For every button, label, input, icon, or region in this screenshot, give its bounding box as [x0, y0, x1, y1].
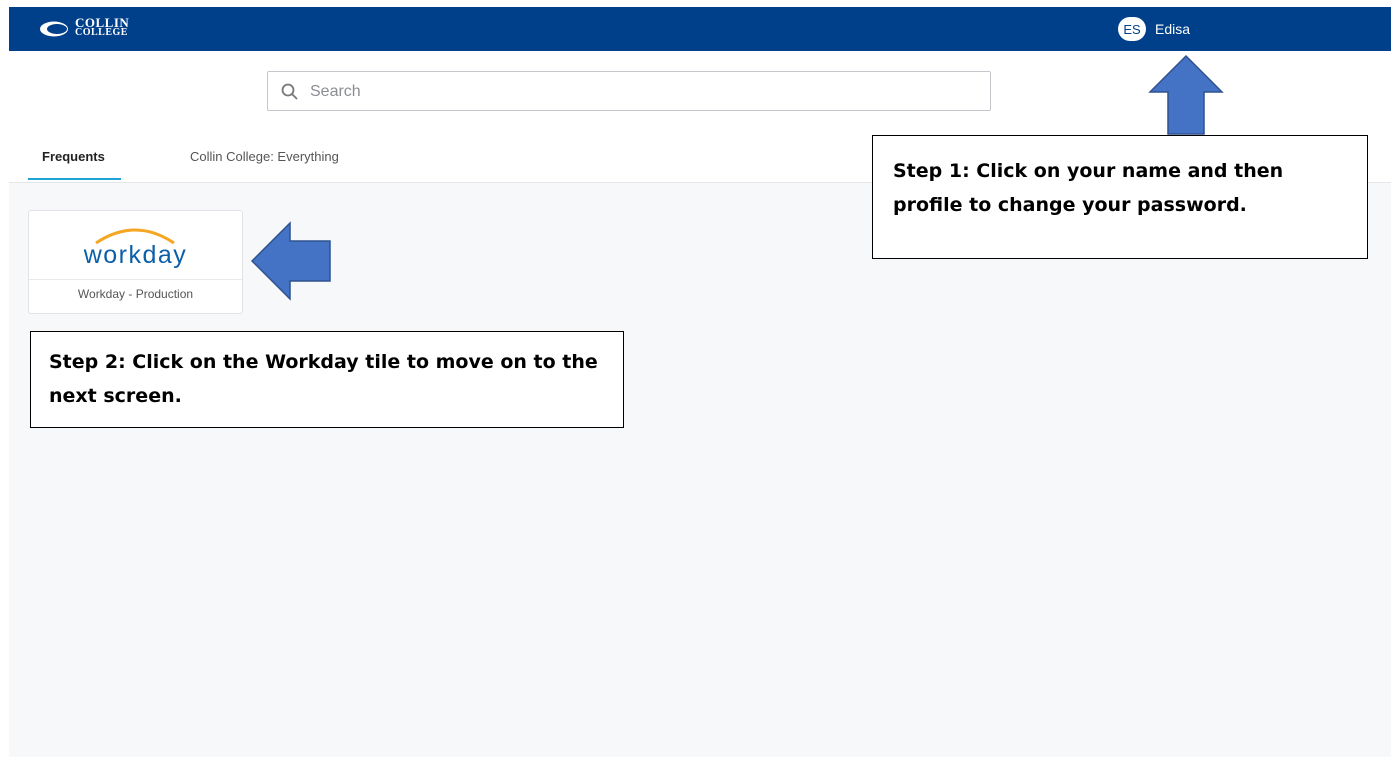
logo-text: COLLIN COLLEGE: [75, 16, 129, 38]
left-arrow-icon: [250, 221, 331, 301]
workday-app-tile[interactable]: workday Workday - Production: [28, 210, 243, 314]
step1-callout: Step 1: Click on your name and then prof…: [872, 135, 1368, 259]
step2-callout: Step 2: Click on the Workday tile to mov…: [30, 331, 624, 428]
tab-collin-college-everything[interactable]: Collin College: Everything: [190, 149, 339, 178]
tile-label: Workday - Production: [77, 287, 194, 301]
tab-frequents[interactable]: Frequents: [28, 149, 121, 180]
user-name: Edisa: [1155, 21, 1191, 37]
tab-label: Frequents: [42, 149, 105, 164]
avatar: ES: [1118, 17, 1146, 41]
search-icon: [281, 83, 298, 100]
top-nav-bar: COLLIN COLLEGE ES Edisa: [9, 7, 1391, 51]
logo-swoosh-icon: [40, 21, 68, 37]
search-input[interactable]: [308, 72, 972, 112]
logo-line2: COLLEGE: [75, 27, 128, 38]
tab-label: Collin College: Everything: [190, 149, 339, 164]
workday-wordmark: workday: [83, 241, 188, 269]
app-frame: COLLIN COLLEGE ES Edisa Frequents Collin…: [9, 7, 1391, 757]
workday-logo: workday: [29, 211, 242, 280]
up-arrow-icon: [1148, 54, 1224, 135]
search-box[interactable]: [267, 71, 991, 112]
user-menu-button[interactable]: ES Edisa: [1118, 17, 1190, 41]
